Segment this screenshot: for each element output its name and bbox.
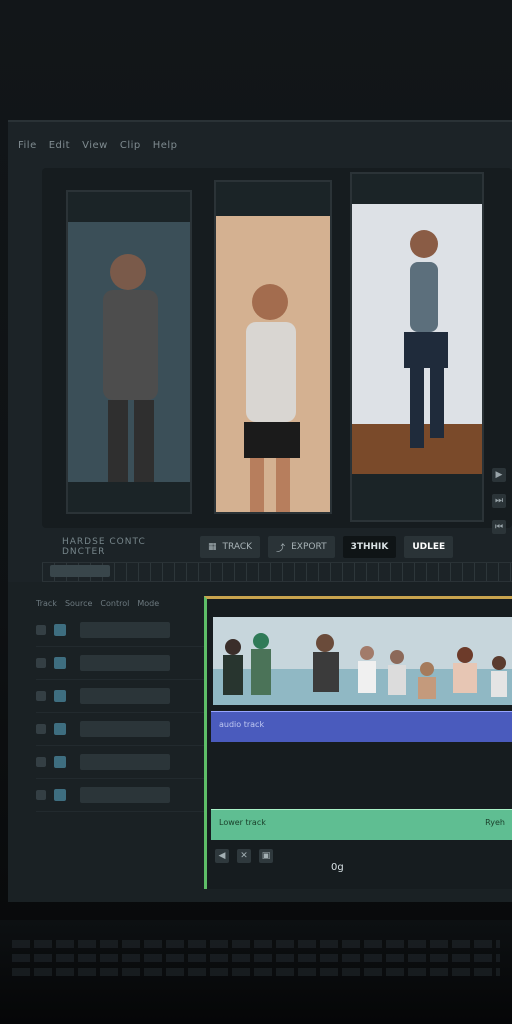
green-track-label: Lower track <box>219 818 266 827</box>
lock-icon[interactable] <box>36 757 46 767</box>
export-button-label: EXPORT <box>291 542 327 552</box>
menu-item-clip[interactable]: Clip <box>120 140 141 151</box>
export-button[interactable]: ⤴ EXPORT <box>268 536 335 558</box>
track-header-2: Control <box>100 598 130 608</box>
track-bar[interactable] <box>80 622 170 638</box>
laptop-keyboard <box>0 920 512 1024</box>
toolbar-label: HARDSE CONTC DNCTER <box>62 537 146 557</box>
render-button[interactable]: UDLEE <box>404 536 454 558</box>
side-controls: ▶ ⏭ ⏮ <box>492 468 506 534</box>
track-row[interactable] <box>36 680 206 713</box>
green-track[interactable]: Lower track Ryeh <box>211 809 512 840</box>
back-icon[interactable]: ◀ <box>215 849 229 863</box>
preview-clip-3[interactable] <box>350 172 484 522</box>
preview-area: ▶ ⏭ ⏮ <box>42 168 512 534</box>
track-row[interactable] <box>36 647 206 680</box>
track-bar[interactable] <box>80 754 170 770</box>
video-clip-strip[interactable] <box>213 617 512 705</box>
menubar: File Edit View Clip Help <box>8 130 512 160</box>
track-header-1: Source <box>64 598 93 608</box>
ruler-chip[interactable] <box>50 565 110 577</box>
track-bar[interactable] <box>80 721 170 737</box>
key-row <box>12 940 500 948</box>
timeline: Track Source Control Mode audio track Lo… <box>8 582 512 902</box>
track-bar[interactable] <box>80 655 170 671</box>
timeline-editor[interactable]: audio track Lower track Ryeh ◀ ✕ ▣ 0g <box>204 596 512 889</box>
key-row <box>12 954 500 962</box>
track-row[interactable] <box>36 713 206 746</box>
track-panel: Track Source Control Mode <box>36 592 206 892</box>
track-header-0: Track <box>36 598 57 608</box>
track-headers: Track Source Control Mode <box>36 592 206 614</box>
toolbar: HARDSE CONTC DNCTER ▦ TRACK ⤴ EXPORT 3TH… <box>42 532 512 562</box>
lock-icon[interactable] <box>36 790 46 800</box>
track-row[interactable] <box>36 746 206 779</box>
key-row <box>12 968 500 976</box>
track-bar[interactable] <box>80 688 170 704</box>
track-row[interactable] <box>36 614 206 647</box>
play-icon[interactable]: ▶ <box>492 468 506 482</box>
page-indicator: 0g <box>331 862 344 873</box>
green-track-end-label: Ryeh <box>485 818 505 827</box>
export-icon: ⤴ <box>276 543 286 554</box>
preview-clip-1[interactable] <box>66 190 192 514</box>
menu-item-edit[interactable]: Edit <box>49 140 70 151</box>
track-row[interactable] <box>36 779 206 812</box>
timeline-ruler[interactable] <box>42 562 512 582</box>
track-button[interactable]: ▦ TRACK <box>200 536 261 558</box>
mode-button[interactable]: 3THHIK <box>342 536 397 558</box>
render-button-label: UDLEE <box>412 542 446 552</box>
grid-icon: ▦ <box>208 542 217 552</box>
audio-icon[interactable] <box>54 756 66 768</box>
lock-icon[interactable] <box>36 658 46 668</box>
video-icon[interactable] <box>54 690 66 702</box>
video-icon[interactable] <box>54 723 66 735</box>
bottom-controls: ◀ ✕ ▣ <box>215 849 273 863</box>
frame-forward-icon[interactable]: ⏭ <box>492 494 506 508</box>
menu-item-help[interactable]: Help <box>153 140 178 151</box>
mode-button-label: 3THHIK <box>350 542 389 552</box>
lock-icon[interactable] <box>36 625 46 635</box>
track-header-3: Mode <box>137 598 160 608</box>
track-button-label: TRACK <box>222 542 253 552</box>
lock-icon[interactable] <box>36 724 46 734</box>
frame-icon[interactable]: ▣ <box>259 849 273 863</box>
preview-clip-2[interactable] <box>214 180 332 514</box>
editor-screen: File Edit View Clip Help ▶ ⏭ ⏮ HARDSE CO… <box>8 120 512 902</box>
menu-item-view[interactable]: View <box>82 140 108 151</box>
menu-item-file[interactable]: File <box>18 140 37 151</box>
track-bar[interactable] <box>80 787 170 803</box>
audio-icon[interactable] <box>54 789 66 801</box>
lock-icon[interactable] <box>36 691 46 701</box>
audio-track[interactable]: audio track <box>211 711 512 742</box>
video-icon[interactable] <box>54 657 66 669</box>
video-icon[interactable] <box>54 624 66 636</box>
close-icon[interactable]: ✕ <box>237 849 251 863</box>
audio-track-label: audio track <box>219 720 265 729</box>
